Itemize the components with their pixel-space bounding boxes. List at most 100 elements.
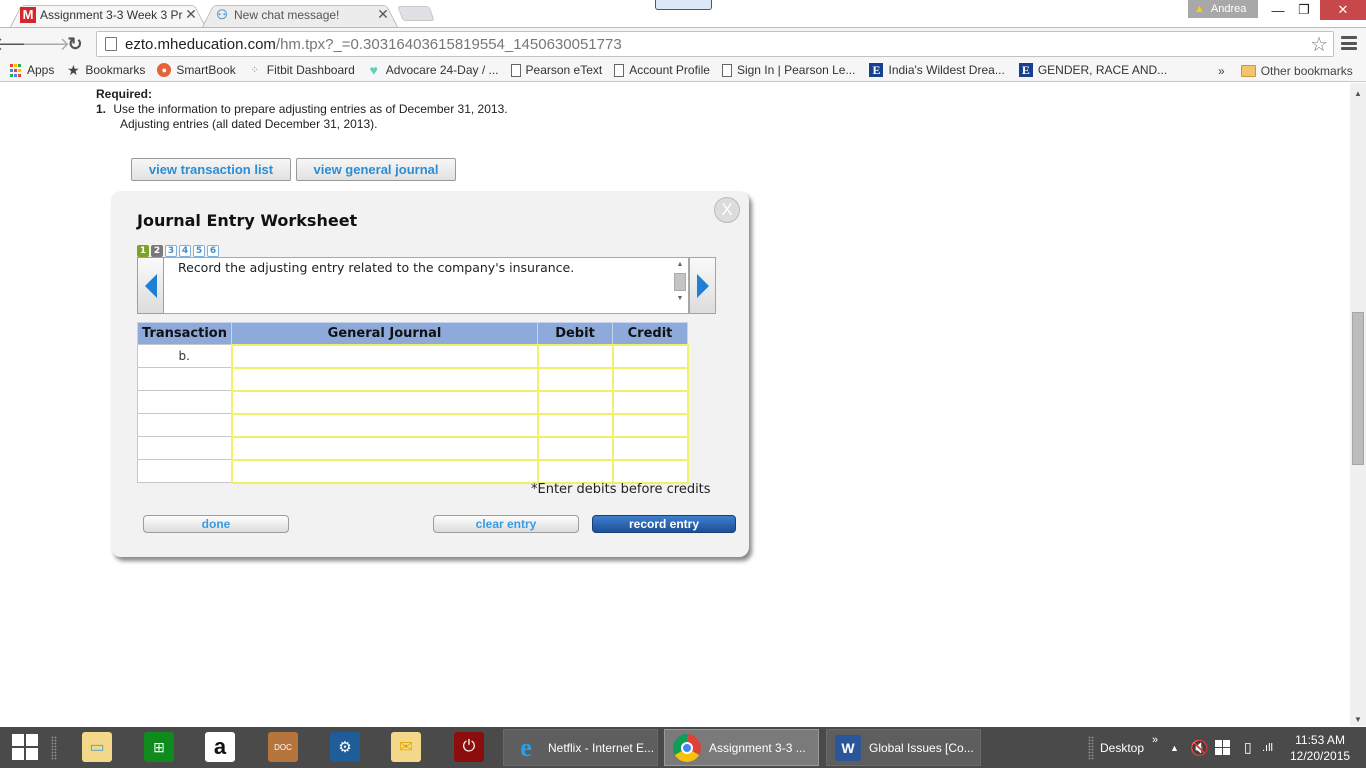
account-input[interactable] [232, 460, 537, 482]
toolbar-overflow-icon[interactable]: » [1152, 719, 1158, 760]
scroll-thumb[interactable] [1352, 312, 1364, 465]
done-button[interactable]: done [143, 515, 289, 533]
reload-button[interactable]: ↻ [63, 32, 87, 56]
previous-step-button[interactable] [137, 257, 164, 314]
tab-assignment[interactable]: M Assignment 3-3 Week 3 Pr ✕ [10, 2, 206, 27]
step-6[interactable]: 6 [207, 245, 219, 257]
folder-icon [1240, 64, 1256, 77]
debit-input[interactable] [538, 368, 612, 390]
taskbar-task-chrome[interactable]: Assignment 3-3 ... [664, 729, 819, 766]
step-3[interactable]: 3 [165, 245, 177, 257]
restore-button[interactable]: ❐ [1290, 0, 1318, 20]
bookmark-fitbit[interactable]: ⁘ Fitbit Dashboard [248, 59, 355, 81]
step-5[interactable]: 5 [193, 245, 205, 257]
credit-input[interactable] [613, 391, 687, 413]
amazon-icon[interactable]: a [205, 732, 235, 762]
bookmark-other[interactable]: Other bookmarks [1240, 59, 1353, 82]
debit-input[interactable] [538, 437, 612, 459]
bookmark-advocare[interactable]: ♥ Advocare 24-Day / ... [367, 59, 499, 81]
close-worksheet-button[interactable]: X [714, 197, 740, 223]
chrome-menu-button[interactable] [1341, 34, 1357, 52]
credit-input[interactable] [613, 437, 687, 459]
page-scrollbar[interactable]: ▲ ▼ [1350, 83, 1366, 726]
page-content: Required: 1. Use the information to prep… [0, 83, 1350, 726]
settings-app-icon[interactable]: ⚙ [330, 732, 360, 762]
view-transaction-list-button[interactable]: view transaction list [131, 158, 291, 181]
minimize-button[interactable]: — [1264, 0, 1292, 20]
required-section: Required: 1. Use the information to prep… [96, 87, 508, 132]
scroll-up-icon[interactable]: ▲ [1350, 89, 1366, 98]
prompt-scrollbar[interactable]: ▲ ▼ [674, 260, 686, 311]
show-hidden-icons-button[interactable]: ▲ [1170, 727, 1179, 768]
debit-input[interactable] [538, 414, 612, 436]
page-icon [510, 63, 521, 77]
new-tab-button[interactable] [397, 6, 435, 21]
outlook-icon[interactable]: ✉ [391, 732, 421, 762]
account-cell [230, 389, 539, 415]
account-input[interactable] [232, 437, 537, 459]
step-1[interactable]: 1 [137, 245, 149, 257]
taskbar-grip[interactable] [1088, 736, 1094, 760]
account-input[interactable] [232, 414, 537, 436]
bookmark-account-profile[interactable]: Account Profile [614, 59, 710, 81]
scroll-up-icon[interactable]: ▲ [674, 260, 686, 270]
taskbar-task-netflix[interactable]: e Netflix - Internet E... [503, 729, 658, 766]
apps-grid-icon [8, 63, 22, 77]
taskbar-task-word[interactable]: W Global Issues [Co... [826, 729, 981, 766]
bookmark-gender-race[interactable]: E GENDER, RACE AND... [1018, 59, 1167, 81]
credit-input[interactable] [613, 414, 687, 436]
next-step-button[interactable] [689, 257, 716, 314]
credit-input[interactable] [613, 368, 687, 390]
close-tab-icon[interactable]: ✕ [376, 6, 390, 23]
debit-input[interactable] [538, 391, 612, 413]
address-bar[interactable]: ezto.mheducation.com /hm.tpx?_=0.3031640… [96, 31, 1334, 57]
close-tab-icon[interactable]: ✕ [184, 6, 198, 23]
debit-input[interactable] [538, 460, 612, 482]
credit-input[interactable] [613, 460, 687, 482]
account-input[interactable] [232, 368, 537, 390]
account-input[interactable] [232, 391, 537, 413]
profile-button[interactable]: ▲ Andrea [1188, 0, 1258, 18]
record-entry-button[interactable]: record entry [592, 515, 736, 533]
step-4[interactable]: 4 [179, 245, 191, 257]
volume-muted-icon[interactable]: 🔇 [1190, 727, 1209, 768]
view-general-journal-button[interactable]: view general journal [296, 158, 456, 181]
debit-cell [536, 343, 614, 369]
column-header-credit: Credit [612, 322, 688, 345]
system-clock[interactable]: 11:53 AM 12/20/2015 [1290, 732, 1350, 764]
power-icon[interactable]: ⏻ [454, 732, 484, 762]
store-icon[interactable]: ⊞ [144, 732, 174, 762]
doc-scanner-icon[interactable]: DOC [268, 732, 298, 762]
bookmark-smartbook[interactable]: ● SmartBook [157, 59, 236, 81]
power-glyph: ⏻ [462, 738, 476, 755]
url-path: /hm.tpx?_=0.30316403615819554_1450630051… [275, 35, 622, 53]
close-window-button[interactable]: ✕ [1320, 0, 1366, 20]
tab-chat[interactable]: ⚇ New chat message! ✕ [202, 2, 398, 27]
file-explorer-icon[interactable]: ▭ [82, 732, 112, 762]
clear-entry-button[interactable]: clear entry [433, 515, 579, 533]
scroll-thumb[interactable] [674, 273, 686, 291]
bookmark-apps[interactable]: Apps [8, 59, 54, 81]
bookmark-pearson-signin[interactable]: Sign In | Pearson Le... [721, 59, 855, 81]
start-button[interactable] [10, 732, 40, 762]
action-center-icon[interactable] [1215, 727, 1230, 768]
scroll-down-icon[interactable]: ▼ [674, 294, 686, 304]
bookmark-bookmarks[interactable]: ★ Bookmarks [66, 59, 145, 81]
desktop-toolbar[interactable]: Desktop [1100, 727, 1144, 768]
signal-icon[interactable]: .ıll [1262, 727, 1273, 768]
heart-icon: ♥ [369, 62, 378, 78]
battery-icon[interactable]: ▯ [1244, 727, 1252, 768]
taskbar-grip[interactable] [51, 736, 57, 760]
forward-button[interactable]: 🡒 [22, 32, 70, 56]
account-input[interactable] [232, 345, 537, 367]
credit-input[interactable] [613, 345, 687, 367]
bookmark-pearson-etext[interactable]: Pearson eText [510, 59, 602, 81]
tab-label: Assignment 3-3 Week 3 Pr [40, 7, 183, 22]
bookmarks-overflow-button[interactable]: » Other bookmarks [1218, 59, 1353, 82]
step-2[interactable]: 2 [151, 245, 163, 257]
browser-toolbar: 🡐 🡒 ↻ ezto.mheducation.com /hm.tpx?_=0.3… [0, 27, 1366, 59]
scroll-down-icon[interactable]: ▼ [1350, 715, 1366, 724]
debit-input[interactable] [538, 345, 612, 367]
bookmark-indias-wildest[interactable]: E India's Wildest Drea... [869, 59, 1005, 81]
bookmark-star-icon[interactable]: ☆ [1310, 32, 1328, 57]
